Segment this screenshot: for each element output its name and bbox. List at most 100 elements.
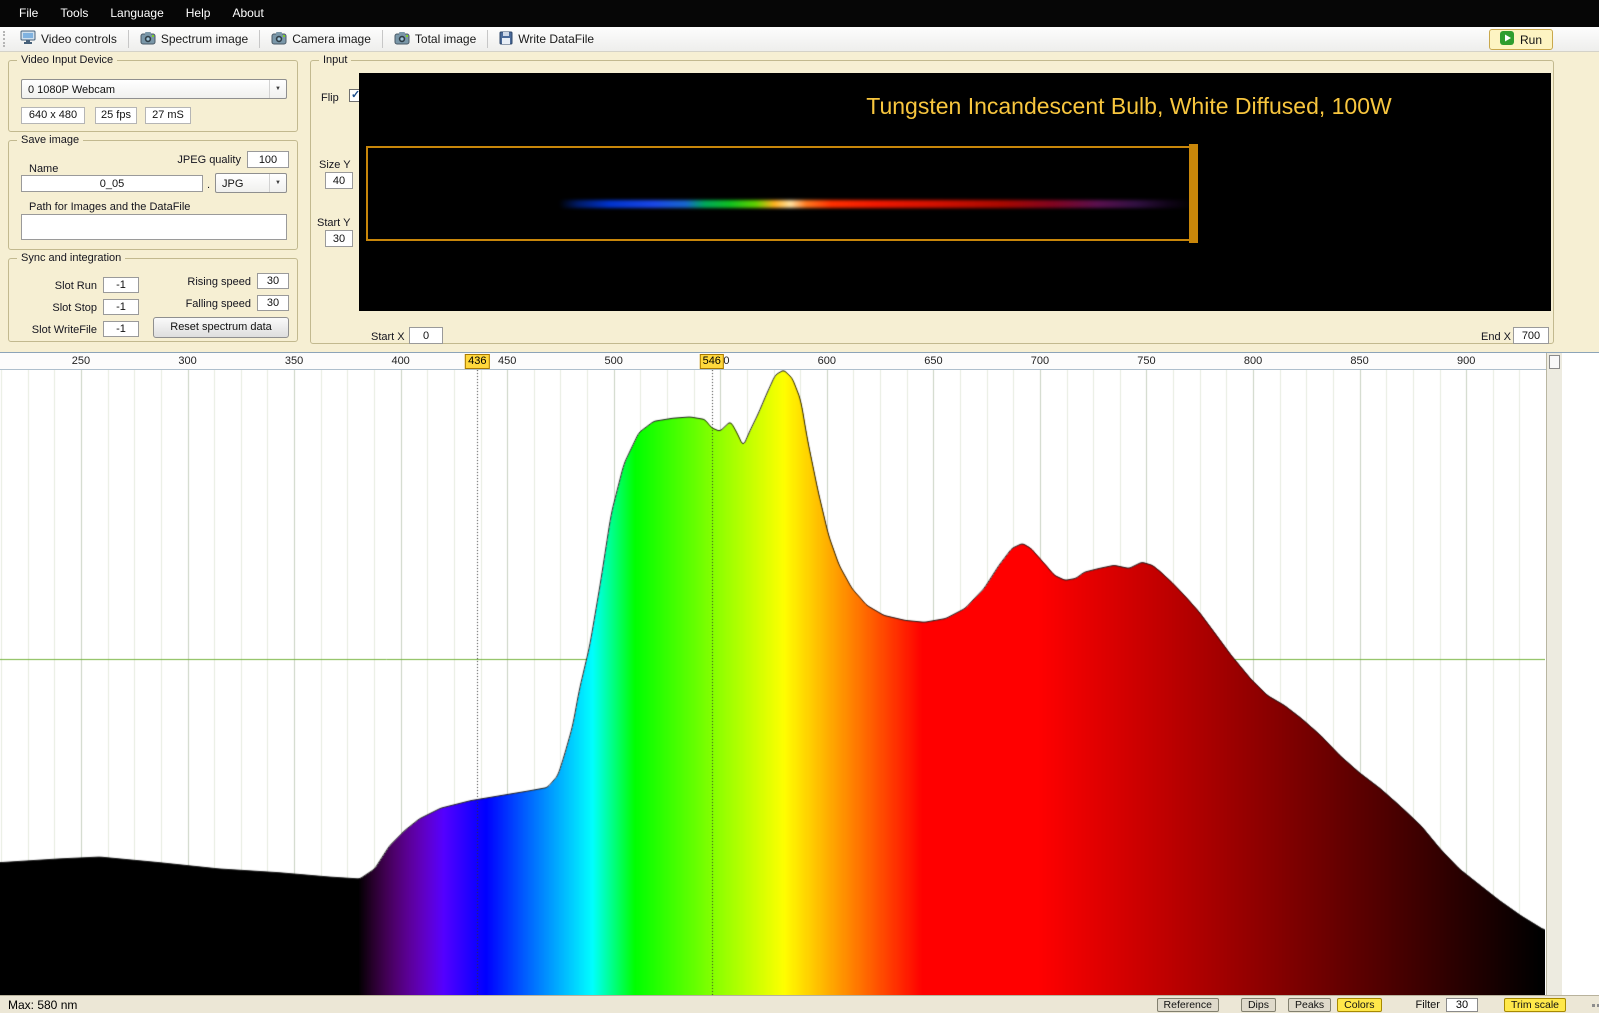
image-name-field[interactable] <box>21 175 203 192</box>
reference-button[interactable]: Reference <box>1156 998 1219 1012</box>
toolbar-button-label: Write DataFile <box>518 32 595 46</box>
trim-scale-slider[interactable] <box>1546 353 1562 996</box>
reset-spectrum-button[interactable]: Reset spectrum data <box>153 317 289 338</box>
menu-item-language[interactable]: Language <box>99 0 174 27</box>
video-input-group: Video Input Device 0 1080P Webcam ▼ 640 … <box>8 54 298 132</box>
calibration-marker-badge[interactable]: 436 <box>465 354 490 369</box>
colors-button[interactable]: Colors <box>1337 998 1382 1012</box>
run-label: Run <box>1519 32 1542 47</box>
max-wavelength-label: Max: 580 nm <box>8 997 78 1012</box>
toolbar-separator <box>487 30 489 48</box>
falling-speed-field[interactable] <box>257 295 289 311</box>
camera-icon <box>394 31 410 48</box>
video-device-select[interactable]: 0 1080P Webcam ▼ <box>21 79 287 99</box>
axis-tick-label: 650 <box>924 355 943 367</box>
rising-speed-label: Rising speed <box>187 276 251 288</box>
fps-chip[interactable]: 25 fps <box>95 107 137 124</box>
start-x-field[interactable] <box>409 327 443 344</box>
spectrum-chart: 2503003504004505005506006507007508008509… <box>0 352 1599 996</box>
toolbar-separator <box>381 30 383 48</box>
end-x-field[interactable] <box>1513 327 1549 344</box>
selection-rectangle[interactable] <box>366 146 1198 241</box>
size-y-label: Size Y <box>319 159 351 171</box>
filter-label: Filter <box>1415 999 1440 1011</box>
axis-tick-label: 250 <box>71 355 91 367</box>
group-title: Sync and integration <box>17 252 126 264</box>
group-title: Video Input Device <box>17 54 118 66</box>
exposure-chip[interactable]: 27 mS <box>145 107 191 124</box>
trim-scale-button[interactable]: Trim scale <box>1503 998 1566 1012</box>
run-icon <box>1499 31 1514 48</box>
axis-tick-label: 600 <box>817 355 837 367</box>
axis-tick-label: 350 <box>284 355 304 367</box>
camera-icon <box>140 31 156 48</box>
toolbar-button-label: Camera image <box>292 32 371 46</box>
slot-stop-label: Slot Stop <box>52 302 97 314</box>
jpeg-quality-field[interactable] <box>247 151 289 168</box>
flip-label: Flip <box>321 92 339 104</box>
total-image-button[interactable]: Total image <box>386 28 484 51</box>
axis-tick-label: 750 <box>1137 355 1156 367</box>
dot-label: . <box>207 179 211 191</box>
video-controls-button[interactable]: Video controls <box>12 28 125 51</box>
settings-panel: Video Input Device 0 1080P Webcam ▼ 640 … <box>0 52 1599 352</box>
group-title: Input <box>319 54 352 66</box>
run-button[interactable]: Run <box>1488 29 1553 50</box>
camera-preview[interactable]: Tungsten Incandescent Bulb, White Diffus… <box>359 73 1551 311</box>
filter-field[interactable] <box>1445 998 1478 1012</box>
axis-tick-label: 500 <box>604 355 623 367</box>
camera-image-button[interactable]: Camera image <box>263 28 379 51</box>
axis-tick-label: 400 <box>391 355 410 367</box>
axis-tick-label: 800 <box>1243 355 1263 367</box>
spectrum-plot[interactable] <box>0 370 1545 996</box>
menu-item-tools[interactable]: Tools <box>49 0 99 27</box>
size-y-field[interactable] <box>325 172 353 189</box>
group-title: Save image <box>17 134 84 146</box>
end-x-label: End X <box>1481 331 1511 343</box>
axis-tick-label: 850 <box>1350 355 1369 367</box>
toolbar-grip <box>3 31 8 47</box>
status-bar: Max: 580 nm Reference Dips Peaks Colors … <box>0 995 1599 1013</box>
slider-thumb[interactable] <box>1549 355 1560 369</box>
axis-tick-label: 700 <box>1030 355 1050 367</box>
axis-tick-label: 300 <box>178 355 197 367</box>
calibration-marker-badge[interactable]: 546 <box>699 354 724 369</box>
slot-run-field[interactable] <box>103 277 139 293</box>
menu-item-help[interactable]: Help <box>175 0 222 27</box>
toolbar: Video controls Spectrum image Camera ima… <box>0 27 1599 52</box>
jpeg-quality-label: JPEG quality <box>177 154 241 166</box>
overlay-title: Tungsten Incandescent Bulb, White Diffus… <box>866 93 1392 119</box>
peaks-button[interactable]: Peaks <box>1287 998 1332 1012</box>
toolbar-button-label: Spectrum image <box>160 32 249 46</box>
chevron-down-icon: ▼ <box>269 80 286 98</box>
toolbar-separator <box>259 30 261 48</box>
resolution-chip[interactable]: 640 x 480 <box>21 107 85 124</box>
slot-writefile-field[interactable] <box>103 321 139 337</box>
write-datafile-icon <box>499 31 513 48</box>
toolbar-button-label: Video controls <box>41 32 117 46</box>
selection-right-handle[interactable] <box>1189 144 1198 243</box>
slot-writefile-label: Slot WriteFile <box>31 324 97 336</box>
falling-speed-label: Falling speed <box>185 298 251 310</box>
path-field[interactable] <box>21 214 287 240</box>
menu-bar: File Tools Language Help About <box>0 0 1599 27</box>
axis-tick-label: 450 <box>497 355 517 367</box>
menu-item-about[interactable]: About <box>221 0 274 27</box>
slot-run-label: Slot Run <box>54 280 97 292</box>
resize-grip <box>1592 1003 1595 1007</box>
menu-item-file[interactable]: File <box>8 0 49 27</box>
video-controls-icon <box>20 30 36 48</box>
write-datafile-button[interactable]: Write DataFile <box>491 28 602 51</box>
dips-button[interactable]: Dips <box>1240 998 1276 1012</box>
axis-tick-label: 900 <box>1456 355 1476 367</box>
image-format-select[interactable]: JPG ▼ <box>215 173 287 193</box>
axis-strip: 2503003504004505005506006507007508008509… <box>0 353 1546 370</box>
spectrum-image-button[interactable]: Spectrum image <box>132 28 256 51</box>
rising-speed-field[interactable] <box>257 273 289 289</box>
start-y-field[interactable] <box>325 230 353 247</box>
slot-stop-field[interactable] <box>103 299 139 315</box>
image-format-value: JPG <box>222 178 244 190</box>
sync-group: Sync and integration Slot Run Slot Stop … <box>8 252 298 342</box>
name-label: Name <box>29 163 59 175</box>
camera-icon <box>271 31 287 48</box>
